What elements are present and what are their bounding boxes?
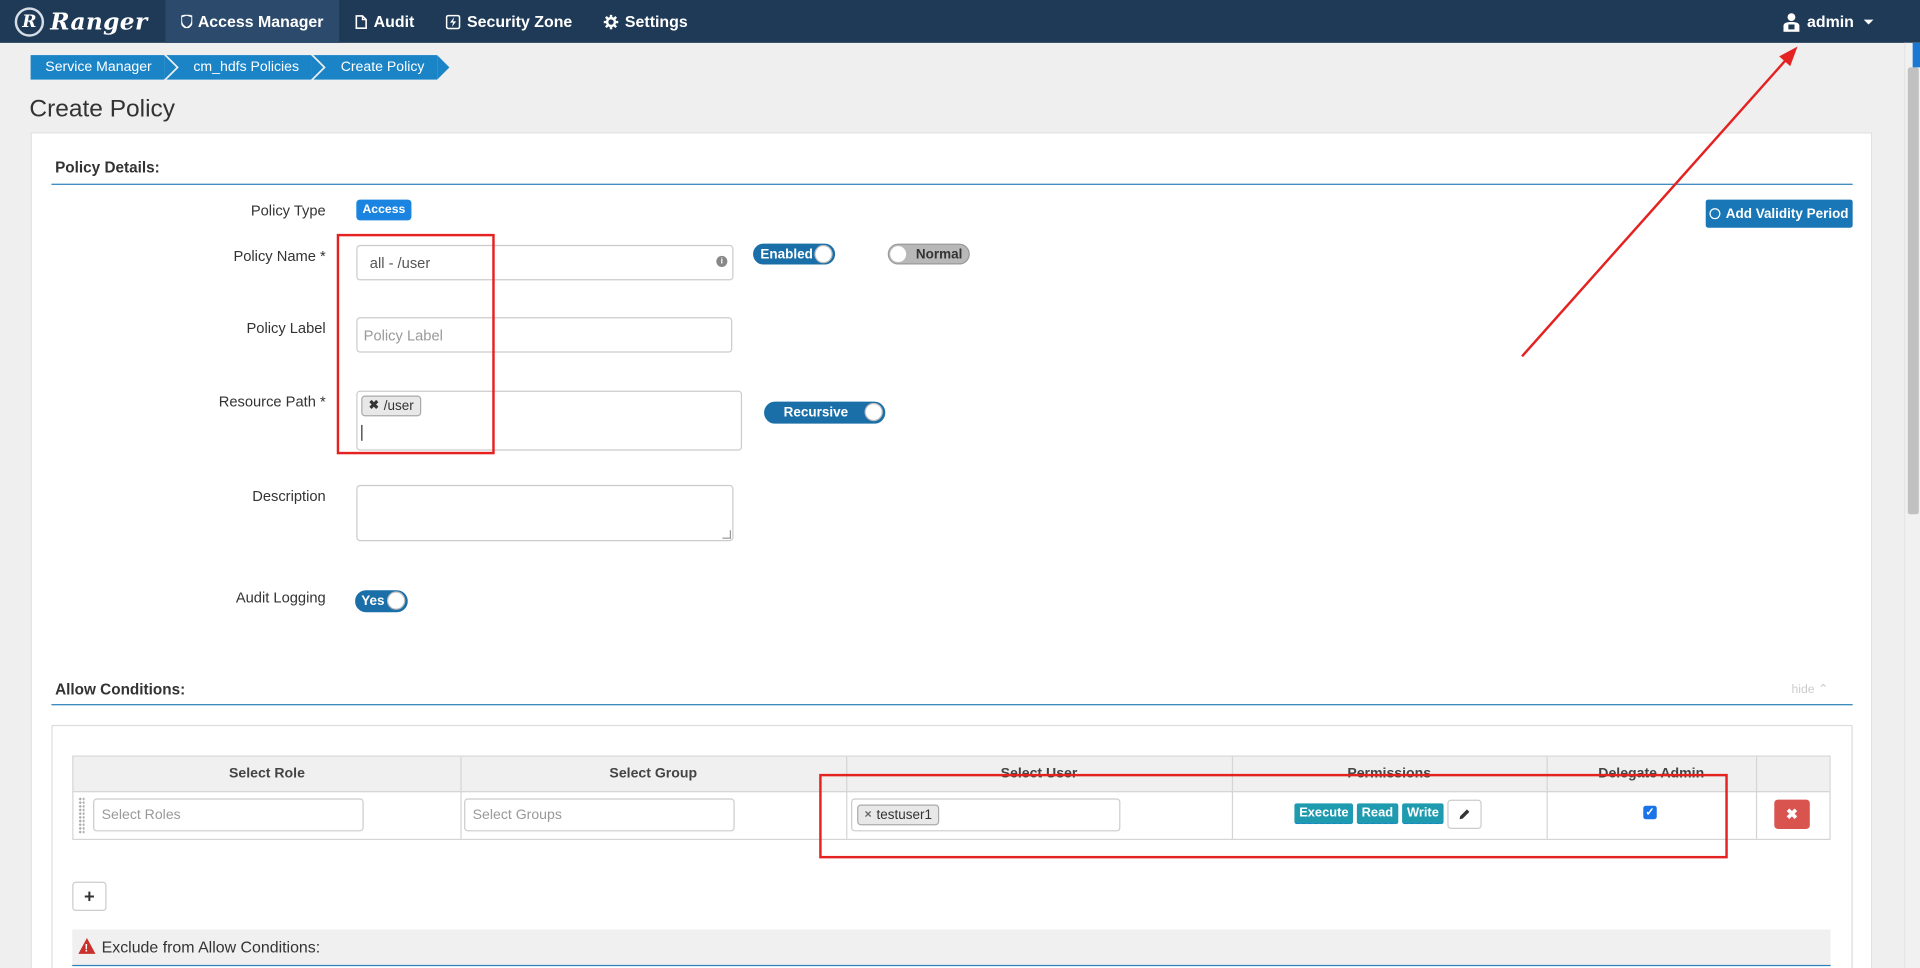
annotation-arrow (1521, 46, 1798, 358)
